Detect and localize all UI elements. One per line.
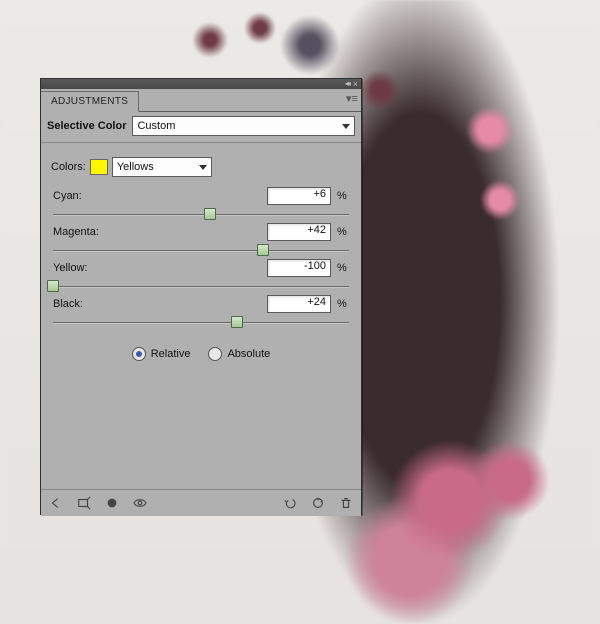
colors-row: Colors: Yellows (41, 143, 361, 185)
pct-label: % (337, 226, 349, 238)
preset-dropdown[interactable]: Custom (132, 116, 355, 136)
visibility-eye-icon[interactable] (129, 493, 151, 513)
black-slider-track[interactable] (53, 315, 349, 329)
adjustment-name-label: Selective Color (47, 120, 126, 132)
cyan-slider-thumb[interactable] (204, 208, 216, 220)
back-arrow-icon[interactable] (45, 493, 67, 513)
expand-view-icon[interactable] (73, 493, 95, 513)
magenta-label: Magenta: (53, 226, 99, 238)
preset-value: Custom (137, 120, 175, 132)
yellow-slider-track[interactable] (53, 279, 349, 293)
yellow-slider-thumb[interactable] (47, 280, 59, 292)
cyan-label: Cyan: (53, 190, 82, 202)
panel-titlebar[interactable]: ◂◂ × (41, 79, 361, 89)
pct-label: % (337, 298, 349, 310)
black-input[interactable]: +24 (267, 295, 331, 313)
black-label: Black: (53, 298, 83, 310)
black-slider-block: Black: +24 % (41, 293, 361, 329)
magenta-input[interactable]: +42 (267, 223, 331, 241)
close-icon[interactable]: × (353, 81, 358, 87)
colors-label: Colors: (51, 161, 86, 173)
method-row: Relative Absolute (41, 329, 361, 361)
color-swatch (90, 159, 108, 175)
yellow-slider-block: Yellow: -100 % (41, 257, 361, 293)
colors-dropdown[interactable]: Yellows (112, 157, 212, 177)
yellow-input[interactable]: -100 (267, 259, 331, 277)
clip-to-layer-icon[interactable] (101, 493, 123, 513)
panel-menu-icon[interactable]: ▾≡ (345, 92, 359, 106)
panel-footer (41, 489, 361, 516)
collapse-chevrons-icon[interactable]: ◂◂ (345, 81, 349, 87)
radio-absolute-control[interactable] (208, 347, 222, 361)
radio-relative[interactable]: Relative (132, 347, 191, 361)
magenta-slider-track[interactable] (53, 243, 349, 257)
pct-label: % (337, 262, 349, 274)
magenta-slider-thumb[interactable] (257, 244, 269, 256)
radio-relative-control[interactable] (132, 347, 146, 361)
reset-icon[interactable] (307, 493, 329, 513)
cyan-slider-track[interactable] (53, 207, 349, 221)
magenta-slider-block: Magenta: +42 % (41, 221, 361, 257)
colors-value: Yellows (117, 161, 154, 173)
tab-adjustments[interactable]: ADJUSTMENTS (41, 91, 139, 112)
cyan-input[interactable]: +6 (267, 187, 331, 205)
adjustments-panel: ◂◂ × ADJUSTMENTS ▾≡ Selective Color Cust… (40, 78, 362, 515)
black-slider-thumb[interactable] (231, 316, 243, 328)
panel-body: Selective Color Custom Colors: Yellows C… (41, 112, 361, 489)
chevron-down-icon (342, 124, 350, 129)
preset-row: Selective Color Custom (41, 112, 361, 143)
previous-state-icon[interactable] (279, 493, 301, 513)
radio-absolute[interactable]: Absolute (208, 347, 270, 361)
radio-absolute-label: Absolute (227, 348, 270, 360)
cyan-slider-block: Cyan: +6 % (41, 185, 361, 221)
panel-tabs: ADJUSTMENTS ▾≡ (41, 89, 361, 112)
radio-relative-label: Relative (151, 348, 191, 360)
trash-icon[interactable] (335, 493, 357, 513)
chevron-down-icon (199, 165, 207, 170)
yellow-label: Yellow: (53, 262, 87, 274)
pct-label: % (337, 190, 349, 202)
